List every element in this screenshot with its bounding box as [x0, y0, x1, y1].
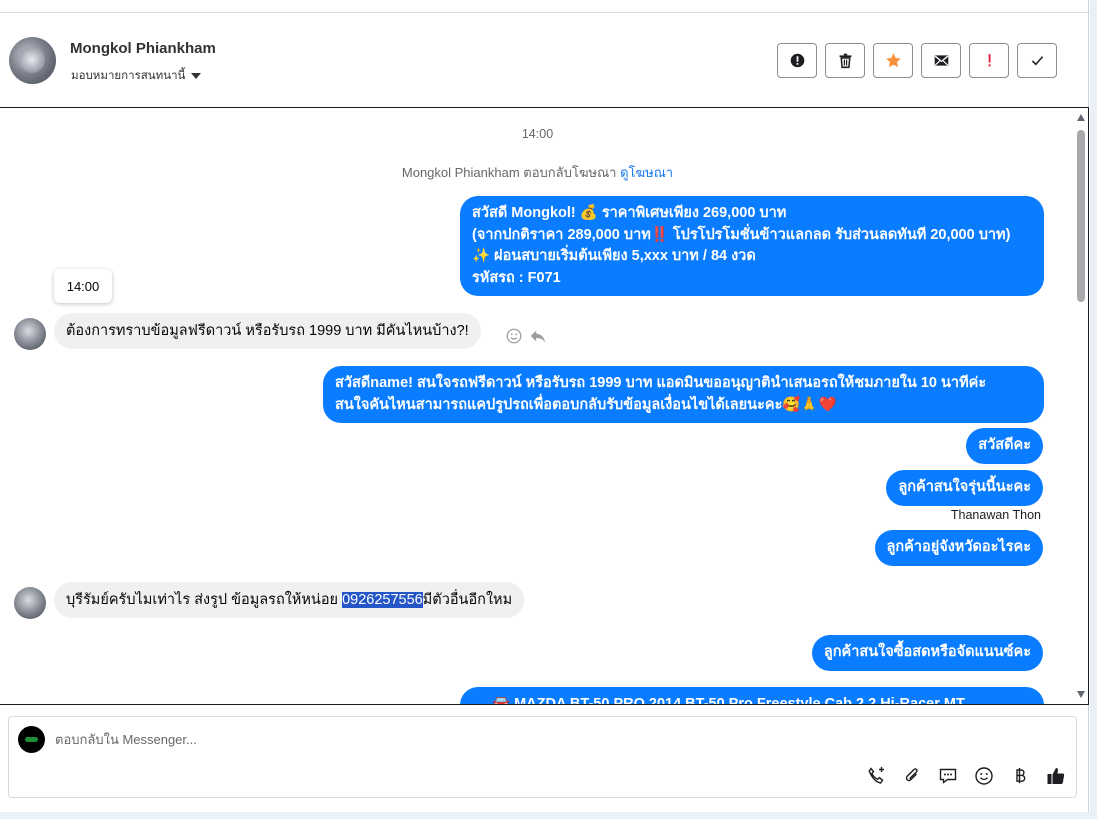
message-line: ✨ ผ่อนสบายเริ่มต้นเพียง 5,xxx บาท / 84 ง…	[472, 248, 756, 264]
timestamp: 14:00	[521, 127, 554, 141]
star-button[interactable]	[873, 43, 913, 78]
mark-unread-button[interactable]	[921, 43, 961, 78]
star-icon	[885, 53, 901, 68]
delete-button[interactable]	[825, 43, 865, 78]
inbox-panel: Mongkol Phiankham มอบหมายการสนทนานี้ 14:…	[0, 0, 1090, 812]
mark-done-button[interactable]	[1017, 43, 1057, 78]
trash-icon	[839, 53, 851, 69]
outgoing-message[interactable]: ลูกค้าอยู่จังหวัดอะไรคะ	[874, 530, 1043, 566]
outgoing-message[interactable]: สวัสดีname! สนใจรถฟรีดาวน์ หรือรับรถ 199…	[323, 366, 1044, 423]
phone-plus-icon	[867, 766, 884, 784]
message-thread[interactable]: 14:00 Mongkol Phiankham ตอบกลับโฆษณา ดูโ…	[0, 107, 1089, 705]
view-ad-link[interactable]: ดูโฆษณา	[620, 165, 673, 180]
attach-button[interactable]	[901, 765, 922, 786]
scroll-down-arrow-icon[interactable]	[1077, 691, 1085, 698]
contact-avatar[interactable]	[9, 37, 56, 84]
ad-reply-text: Mongkol Phiankham ตอบกลับโฆษณา	[401, 165, 617, 180]
follow-up-button[interactable]	[969, 43, 1009, 78]
emoji-button[interactable]	[973, 765, 994, 786]
scroll-up-arrow-icon[interactable]	[1077, 114, 1085, 121]
message-line: สวัสดีname! สนใจรถฟรีดาวน์ หรือรับรถ 199…	[335, 375, 987, 391]
exclamation-icon	[988, 54, 991, 67]
mark-spam-button[interactable]	[777, 43, 817, 78]
message-line: รหัสรถ : F071	[472, 269, 561, 286]
scrollbar-thumb[interactable]	[1077, 130, 1085, 302]
message-tools	[505, 327, 547, 345]
assign-conversation-dropdown[interactable]: มอบหมายการสนทนานี้	[71, 67, 202, 85]
smile-icon	[974, 766, 993, 785]
outgoing-message[interactable]: ลูกค้าสนใจซื้อสดหรือจัดแนนซ์คะ	[811, 635, 1043, 671]
scrollbar[interactable]	[1074, 108, 1088, 704]
contact-avatar-small[interactable]	[14, 318, 46, 350]
outgoing-message[interactable]: 🚘 MAZDA BT-50 PRO 2014 BT-50 Pro Freesty…	[460, 687, 1044, 704]
call-button[interactable]	[865, 765, 886, 786]
divider	[0, 12, 1090, 13]
message-text: บุรีรัมย์ครับไมเท่าไร ส่งรูป ข้อมูลรถให้…	[66, 592, 343, 608]
saved-replies-button[interactable]	[937, 765, 958, 786]
check-icon	[1031, 56, 1043, 66]
message-line: (จากปกติราคา 289,000 บาท‼️ โปรโปรโมชั่นข…	[472, 226, 1011, 243]
contact-avatar-small[interactable]	[14, 587, 46, 619]
assign-label: มอบหมายการสนทนานี้	[71, 70, 186, 82]
message-text: มีตัวอื่นอีกใหม	[422, 592, 513, 608]
chat-bubble-icon	[939, 768, 956, 784]
incoming-message[interactable]: ต้องการทราบข้อมูลฟรีดาวน์ หรือรับรถ 1999…	[54, 313, 481, 349]
outgoing-message[interactable]: สวัสดีคะ	[966, 428, 1043, 464]
composer-toolbar	[865, 765, 1066, 786]
reply-icon[interactable]	[529, 327, 547, 345]
conversation-actions	[777, 43, 1057, 78]
outgoing-message[interactable]: ลูกค้าสนใจรุ่นนี้นะคะ	[886, 470, 1043, 506]
contact-name[interactable]: Mongkol Phiankham	[70, 40, 216, 57]
outgoing-message[interactable]: สวัสดี Mongkol! 💰 ราคาพิเศษเพียง 269,000…	[460, 196, 1044, 296]
message-line: สวัสดี Mongkol! 💰 ราคาพิเศษเพียง 269,000…	[472, 205, 787, 221]
alert-circle-icon	[790, 53, 804, 68]
reply-composer	[8, 716, 1077, 798]
ad-reply-notice: Mongkol Phiankham ตอบกลับโฆษณา ดูโฆษณา	[0, 162, 1075, 183]
react-smile-icon[interactable]	[505, 327, 523, 345]
phone-number-selection[interactable]: 0926257556	[342, 592, 423, 608]
like-button[interactable]	[1045, 765, 1066, 786]
paperclip-icon	[905, 767, 918, 781]
message-line: สนใจคันไหนสามารถแคปรูปรถเพื่อตอบกลับรับข…	[335, 396, 837, 413]
page-avatar	[18, 726, 45, 753]
sender-name: Thanawan Thon	[950, 508, 1041, 522]
thumbs-up-icon	[1047, 767, 1064, 784]
envelope-icon	[934, 55, 948, 66]
payment-button[interactable]	[1009, 765, 1030, 786]
reply-input[interactable]	[55, 732, 955, 747]
baht-icon	[1015, 767, 1025, 783]
time-tooltip: 14:00	[54, 269, 112, 303]
incoming-message[interactable]: บุรีรัมย์ครับไมเท่าไร ส่งรูป ข้อมูลรถให้…	[54, 582, 525, 618]
caret-down-icon	[191, 73, 202, 79]
